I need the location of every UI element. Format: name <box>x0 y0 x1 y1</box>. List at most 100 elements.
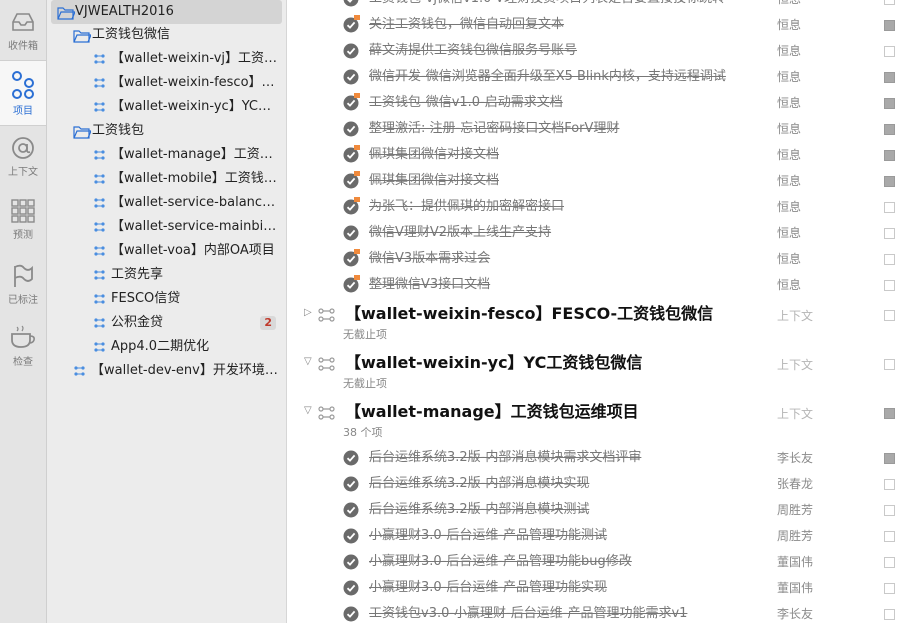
task-context[interactable]: 董国伟 <box>777 575 813 601</box>
task-row[interactable]: 工资钱包v3.0-小赢理财-后台运维-产品管理功能需求v1 李长友 <box>287 601 897 623</box>
task-title[interactable]: 整理激活: 注册-忘记密码接口文档ForV理财 <box>369 116 619 142</box>
project-title[interactable]: 【wallet-manage】工资钱包运维项目 <box>345 399 639 425</box>
task-title[interactable]: 工资钱包-vj微信v1.0-V理财投资项目列表是否要直接投标跳转 <box>369 0 725 12</box>
task-context[interactable]: 董国伟 <box>777 549 813 575</box>
task-title[interactable]: 微信开发-微信浏览器全面升级至X5 Blink内核，支持远程调试 <box>369 64 726 90</box>
task-title[interactable]: 佩琪集团微信对接文档 <box>369 142 499 168</box>
task-title[interactable]: 微信V3版本需求过会 <box>369 246 490 272</box>
task-context[interactable]: 恒息 <box>777 142 801 168</box>
status-square-icon[interactable] <box>884 124 895 135</box>
task-row[interactable]: 为张飞：提供佩琪的加密解密接口 恒息 <box>287 194 897 220</box>
status-square-icon[interactable] <box>884 228 895 239</box>
task-title[interactable]: 后台运维系统3.2版-内部消息模块需求文档评审 <box>369 445 641 471</box>
status-square-icon[interactable] <box>884 46 895 57</box>
sidebar-project-item[interactable]: 【wallet-service-mainbiz】… <box>47 215 286 239</box>
task-context[interactable]: 恒息 <box>777 64 801 90</box>
status-square-icon[interactable] <box>884 150 895 161</box>
completed-check-icon[interactable] <box>343 606 359 622</box>
completed-check-icon[interactable] <box>343 0 359 7</box>
sidebar-project-item[interactable]: 【wallet-mobile】工资钱… <box>47 167 286 191</box>
task-row[interactable]: 工资钱包-微信v1.0-启动需求文档 恒息 <box>287 90 897 116</box>
rail-review[interactable]: 检查 <box>0 320 46 384</box>
status-square-icon[interactable] <box>884 176 895 187</box>
task-title[interactable]: 后台运维系统3.2版-内部消息模块测试 <box>369 497 589 523</box>
project-title[interactable]: 【wallet-weixin-yc】YC工资钱包微信 <box>345 350 642 376</box>
completed-check-icon[interactable] <box>343 69 359 85</box>
status-square-icon[interactable] <box>884 0 895 5</box>
task-title[interactable]: 为张飞：提供佩琪的加密解密接口 <box>369 194 564 220</box>
task-context[interactable]: 恒息 <box>777 272 801 298</box>
task-row[interactable]: 整理激活: 注册-忘记密码接口文档ForV理财 恒息 <box>287 116 897 142</box>
sidebar-project-item[interactable]: App4.0二期优化 <box>47 335 286 359</box>
sidebar-project-item[interactable]: 【wallet-weixin-fesco】FES… <box>47 71 286 95</box>
task-context[interactable]: 恒息 <box>777 220 801 246</box>
status-square-icon[interactable] <box>884 359 895 370</box>
task-row[interactable]: 薛文涛提供工资钱包微信服务号账号 恒息 <box>287 38 897 64</box>
status-square-icon[interactable] <box>884 20 895 31</box>
task-row[interactable]: 后台运维系统3.2版-内部消息模块需求文档评审 李长友 <box>287 445 897 471</box>
status-square-icon[interactable] <box>884 72 895 83</box>
task-context[interactable]: 周胜芳 <box>777 497 813 523</box>
rail-forecast[interactable]: 预测 <box>0 192 46 256</box>
project-context[interactable]: 上下文 <box>777 307 813 324</box>
rail-context[interactable]: 上下文 <box>0 128 46 192</box>
task-title[interactable]: 关注工资钱包，微信自动回复文本 <box>369 12 564 38</box>
rail-projects[interactable]: 项目 <box>0 60 46 126</box>
status-square-icon[interactable] <box>884 98 895 109</box>
sidebar-project-item[interactable]: 【wallet-weixin-vj】工资钱… <box>47 47 286 71</box>
task-row[interactable]: 后台运维系统3.2版-内部消息模块测试 周胜芳 <box>287 497 897 523</box>
task-context[interactable]: 恒息 <box>777 90 801 116</box>
task-context[interactable]: 李长友 <box>777 601 813 623</box>
status-square-icon[interactable] <box>884 254 895 265</box>
task-title[interactable]: 小赢理财3.0-后台运维-产品管理功能测试 <box>369 523 607 549</box>
sidebar-folder-root[interactable]: VJWEALTH2016 <box>51 0 282 24</box>
task-context[interactable]: 张春龙 <box>777 471 813 497</box>
task-title[interactable]: 薛文涛提供工资钱包微信服务号账号 <box>369 38 577 64</box>
status-square-icon[interactable] <box>884 202 895 213</box>
task-title[interactable]: 小赢理财3.0-后台运维-产品管理功能实现 <box>369 575 607 601</box>
sidebar-project-item[interactable]: 【wallet-dev-env】开发环境… <box>47 359 286 383</box>
task-context[interactable]: 恒息 <box>777 168 801 194</box>
task-row[interactable]: 微信V理财V2版本上线生产支持 恒息 <box>287 220 897 246</box>
sidebar-project-item[interactable]: 【wallet-service-balance】… <box>47 191 286 215</box>
task-title[interactable]: 小赢理财3.0-后台运维-产品管理功能bug修改 <box>369 549 632 575</box>
completed-check-icon[interactable] <box>343 528 359 544</box>
sidebar-folder-weixin[interactable]: 工资钱包微信 <box>47 23 286 47</box>
project-row[interactable]: ▷ 【wallet-weixin-fesco】FESCO-工资钱包微信 无截止项 上下… <box>287 301 897 349</box>
completed-check-icon[interactable] <box>343 502 359 518</box>
status-square-icon[interactable] <box>884 280 895 291</box>
task-context[interactable]: 恒息 <box>777 38 801 64</box>
sidebar-project-item[interactable]: FESCO信贷 <box>47 287 286 311</box>
completed-check-icon[interactable] <box>343 554 359 570</box>
sidebar-project-item[interactable]: 【wallet-weixin-yc】YC工… <box>47 95 286 119</box>
completed-check-icon[interactable] <box>343 225 359 241</box>
project-row[interactable]: ▽ 【wallet-manage】工资钱包运维项目 38 个项 上下文 <box>287 399 897 447</box>
status-square-icon[interactable] <box>884 310 895 321</box>
project-row[interactable]: ▽ 【wallet-weixin-yc】YC工资钱包微信 无截止项 上下文 <box>287 350 897 398</box>
task-row[interactable]: 小赢理财3.0-后台运维-产品管理功能测试 周胜芳 <box>287 523 897 549</box>
sidebar-project-item[interactable]: 【wallet-manage】工资钱… <box>47 143 286 167</box>
task-title[interactable]: 微信V理财V2版本上线生产支持 <box>369 220 551 246</box>
task-row[interactable]: 工资钱包-vj微信v1.0-V理财投资项目列表是否要直接投标跳转 恒息 <box>287 0 897 12</box>
sidebar-project-item[interactable]: 【wallet-voa】内部OA项目 <box>47 239 286 263</box>
task-row[interactable]: 后台运维系统3.2版-内部消息模块实现 张春龙 <box>287 471 897 497</box>
task-title[interactable]: 整理微信V3接口文档 <box>369 272 490 298</box>
task-title[interactable]: 工资钱包v3.0-小赢理财-后台运维-产品管理功能需求v1 <box>369 601 687 623</box>
status-square-icon[interactable] <box>884 479 895 490</box>
disclosure-triangle-icon[interactable]: ▽ <box>304 356 312 367</box>
task-row[interactable]: 关注工资钱包，微信自动回复文本 恒息 <box>287 12 897 38</box>
status-square-icon[interactable] <box>884 453 895 464</box>
project-context[interactable]: 上下文 <box>777 405 813 422</box>
sidebar-project-item[interactable]: 公积金贷 2 <box>47 311 286 335</box>
status-square-icon[interactable] <box>884 505 895 516</box>
task-row[interactable]: 整理微信V3接口文档 恒息 <box>287 272 897 298</box>
task-context[interactable]: 恒息 <box>777 116 801 142</box>
status-square-icon[interactable] <box>884 609 895 620</box>
task-context[interactable]: 恒息 <box>777 246 801 272</box>
task-context[interactable]: 恒息 <box>777 194 801 220</box>
task-row[interactable]: 佩琪集团微信对接文档 恒息 <box>287 168 897 194</box>
task-row[interactable]: 微信V3版本需求过会 恒息 <box>287 246 897 272</box>
completed-check-icon[interactable] <box>343 450 359 466</box>
completed-check-icon[interactable] <box>343 43 359 59</box>
completed-check-icon[interactable] <box>343 580 359 596</box>
